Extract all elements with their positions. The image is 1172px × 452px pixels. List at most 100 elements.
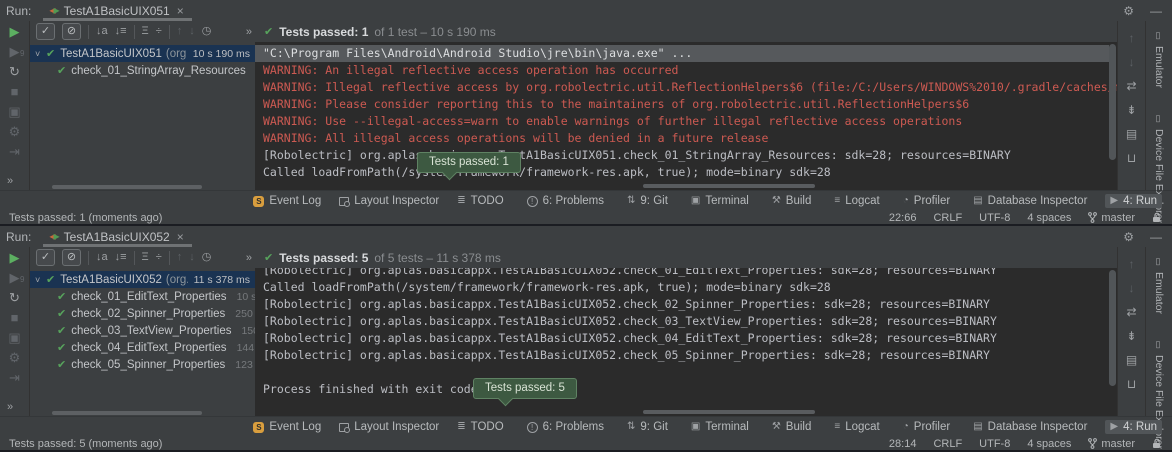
event-log-button[interactable]: SEvent Log: [253, 195, 321, 207]
tree-toolbar-icon[interactable]: ✓: [36, 249, 55, 266]
caret-position[interactable]: 22:66: [889, 212, 917, 224]
run-toolbar-icon[interactable]: ▶9: [10, 45, 20, 58]
tree-toolbar-icon[interactable]: ÷: [156, 252, 162, 263]
tree-toolbar-icon[interactable]: ✓: [36, 23, 55, 40]
tree-toolbar-icon[interactable]: ↑: [177, 26, 183, 37]
overflow-chevron-icon[interactable]: »: [7, 401, 13, 413]
run-toolbar-icon[interactable]: ▣: [8, 105, 20, 118]
console-toolbar-icon[interactable]: ⊔: [1127, 377, 1136, 391]
tool-window-tab[interactable]: ▯Emulator: [1153, 31, 1165, 88]
tree-toolbar-icon[interactable]: ↓a: [96, 252, 108, 263]
tree-toolbar-icon[interactable]: Ξ: [142, 26, 149, 37]
console-toolbar-icon[interactable]: ⇟: [1126, 329, 1136, 343]
close-icon[interactable]: ×: [177, 4, 184, 18]
test-tree-row[interactable]: ✔ check_02_Spinner_Properties 250 ms: [30, 305, 255, 322]
minimize-icon[interactable]: —: [1150, 4, 1162, 18]
chevron-down-icon[interactable]: ˅: [35, 275, 46, 285]
run-toolbar-icon[interactable]: ⚙: [9, 125, 21, 138]
test-tree-row[interactable]: ✔ check_01_StringArray_Resources 10 s 19…: [30, 62, 255, 79]
run-toolbar-icon[interactable]: ↻: [9, 291, 20, 304]
tool-window-button[interactable]: !6: Problems: [522, 420, 609, 434]
tree-toolbar-icon[interactable]: ↑: [177, 252, 183, 263]
encoding-indicator[interactable]: UTF-8: [979, 438, 1010, 450]
tree-toolbar-icon[interactable]: [134, 25, 135, 39]
tool-window-button[interactable]: ▣Terminal: [686, 194, 754, 208]
tool-window-button[interactable]: ⇅9: Git: [622, 194, 673, 208]
console-toolbar-icon[interactable]: ↑: [1129, 31, 1135, 45]
gear-icon[interactable]: ⚙: [1123, 4, 1134, 18]
tool-window-button[interactable]: ▤Database Inspector: [968, 194, 1092, 208]
tree-toolbar-icon[interactable]: ⊘: [62, 23, 81, 40]
tree-toolbar-icon[interactable]: ↓a: [96, 26, 108, 37]
tree-toolbar-icon[interactable]: ↓≡: [115, 252, 127, 263]
tool-window-button[interactable]: !6: Problems: [522, 194, 609, 208]
event-log-button[interactable]: SEvent Log: [253, 421, 321, 433]
tool-window-button[interactable]: ◔Profiler: [898, 194, 955, 208]
tree-toolbar-icon[interactable]: [88, 251, 89, 265]
console-toolbar-icon[interactable]: ▤: [1126, 353, 1137, 367]
run-toolbar-icon[interactable]: ▶: [10, 251, 20, 264]
tree-toolbar-icon[interactable]: ÷: [156, 26, 162, 37]
tree-toolbar-icon[interactable]: ↓≡: [115, 26, 127, 37]
tree-toolbar-icon[interactable]: Ξ: [142, 252, 149, 263]
caret-position[interactable]: 28:14: [889, 438, 917, 450]
tree-toolbar-icon[interactable]: [169, 25, 170, 39]
tree-toolbar-icon[interactable]: ◷: [202, 252, 212, 263]
console-toolbar-icon[interactable]: ⇄: [1126, 79, 1136, 93]
tool-window-button[interactable]: ≡Logcat: [829, 194, 884, 208]
layout-inspector-button[interactable]: Layout Inspector: [339, 195, 439, 207]
tool-window-button[interactable]: ⇅9: Git: [622, 420, 673, 434]
lock-icon[interactable]: [1152, 212, 1162, 223]
tree-horizontal-scrollbar[interactable]: [30, 184, 255, 190]
console-toolbar-icon[interactable]: ⊔: [1127, 151, 1136, 165]
run-toolbar-icon[interactable]: ▶: [10, 25, 20, 38]
console-horizontal-scrollbar[interactable]: [255, 409, 1117, 416]
test-tree-row[interactable]: ✔ check_05_Spinner_Properties 123 ms: [30, 356, 255, 373]
tool-window-button[interactable]: ⚒Build: [767, 420, 817, 434]
test-tree-row[interactable]: ˅ ✔ TestA1BasicUIX052 (org.aplas.basica …: [30, 271, 255, 288]
overflow-chevron-icon[interactable]: »: [7, 175, 13, 187]
run-toolbar-icon[interactable]: ■: [11, 85, 19, 98]
tree-toolbar-icon[interactable]: ↓: [189, 252, 195, 263]
tool-window-button[interactable]: ◔Profiler: [898, 420, 955, 434]
console-horizontal-scrollbar[interactable]: [255, 183, 1117, 190]
tool-window-button[interactable]: ≡Logcat: [829, 420, 884, 434]
line-ending-indicator[interactable]: CRLF: [933, 438, 962, 450]
console-vertical-scrollbar[interactable]: [1109, 270, 1116, 386]
overflow-chevron-icon[interactable]: »: [246, 26, 252, 38]
tree-toolbar-icon[interactable]: [169, 251, 170, 265]
git-branch-widget[interactable]: master: [1088, 212, 1135, 224]
overflow-chevron-icon[interactable]: »: [246, 252, 252, 264]
close-icon[interactable]: ×: [177, 230, 184, 244]
tool-window-button[interactable]: ▤Database Inspector: [968, 420, 1092, 434]
tool-window-button[interactable]: ≣TODO: [452, 420, 508, 434]
tool-window-button[interactable]: ▶4: Run: [1105, 194, 1162, 208]
console-toolbar-icon[interactable]: ↓: [1129, 281, 1135, 295]
tool-window-button[interactable]: ▣Terminal: [686, 420, 754, 434]
indent-indicator[interactable]: 4 spaces: [1027, 438, 1071, 450]
console-toolbar-icon[interactable]: ⇄: [1126, 305, 1136, 319]
run-toolbar-icon[interactable]: ■: [11, 311, 19, 324]
tree-toolbar-icon[interactable]: ↓: [189, 26, 195, 37]
console-toolbar-icon[interactable]: ▤: [1126, 127, 1137, 141]
tool-window-button[interactable]: ▶4: Run: [1105, 420, 1162, 434]
tool-window-button[interactable]: ≣TODO: [452, 194, 508, 208]
tool-window-button[interactable]: ⚒Build: [767, 194, 817, 208]
test-tree-row[interactable]: ✔ check_03_TextView_Properties 150 ms: [30, 322, 255, 339]
minimize-icon[interactable]: —: [1150, 230, 1162, 244]
layout-inspector-button[interactable]: Layout Inspector: [339, 421, 439, 433]
line-ending-indicator[interactable]: CRLF: [933, 212, 962, 224]
tree-toolbar-icon[interactable]: [88, 25, 89, 39]
run-toolbar-icon[interactable]: ⇥: [9, 371, 20, 384]
run-toolbar-icon[interactable]: ⚙: [9, 351, 21, 364]
run-toolbar-icon[interactable]: ↻: [9, 65, 20, 78]
tree-toolbar-icon[interactable]: ⊘: [62, 249, 81, 266]
test-tree-row[interactable]: ✔ check_01_EditText_Properties 10 s 711 …: [30, 288, 255, 305]
console-toolbar-icon[interactable]: ↑: [1129, 257, 1135, 271]
console-output[interactable]: "C:\Program Files\Android\Android Studio…: [255, 42, 1117, 183]
console-toolbar-icon[interactable]: ⇟: [1126, 103, 1136, 117]
test-tree-row[interactable]: ˅ ✔ TestA1BasicUIX051 (org.aplas.basica …: [30, 45, 255, 62]
indent-indicator[interactable]: 4 spaces: [1027, 212, 1071, 224]
run-toolbar-icon[interactable]: ▣: [8, 331, 20, 344]
run-toolbar-icon[interactable]: ⇥: [9, 145, 20, 158]
